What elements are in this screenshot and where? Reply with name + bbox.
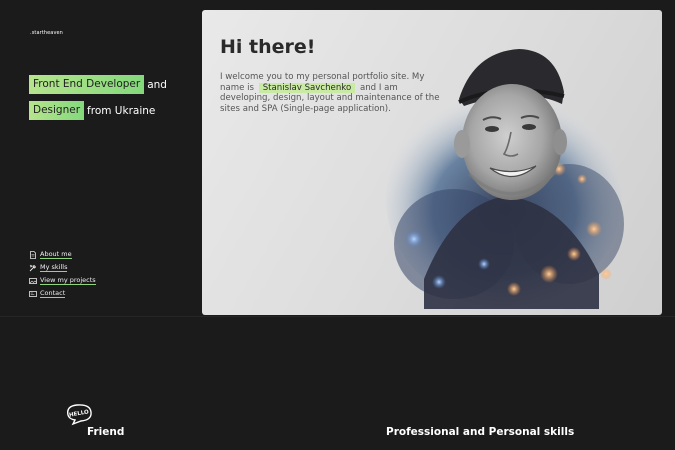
hero-title: Hi there! <box>220 36 316 58</box>
designer-highlight: Designer <box>29 101 85 120</box>
nav-label-about[interactable]: About me <box>40 250 72 259</box>
author-name-highlight: Stanislav Savchenko <box>258 82 356 93</box>
tagline-connector: and <box>147 78 167 91</box>
tagline-line-1: Front End Developer and <box>29 75 199 94</box>
contact-card-icon <box>29 290 37 298</box>
role-highlight: Front End Developer <box>29 75 145 94</box>
nav-item-skills[interactable]: My skills <box>29 261 96 274</box>
nav-item-projects[interactable]: View my projects <box>29 274 96 287</box>
tagline-location: from Ukraine <box>87 104 156 117</box>
gallery-icon <box>29 277 37 285</box>
site-logo[interactable]: .startheaven <box>30 30 63 36</box>
tagline-line-2: Designer from Ukraine <box>29 101 199 120</box>
tagline: Front End Developer and Designer from Uk… <box>29 75 199 127</box>
tools-icon <box>29 264 37 272</box>
portrait-photo <box>386 49 624 309</box>
side-nav: About me My skills View my projects Cont… <box>29 248 96 300</box>
nav-item-contact[interactable]: Contact <box>29 287 96 300</box>
nav-label-skills[interactable]: My skills <box>40 263 68 272</box>
hello-badge-text: HELLO <box>69 409 90 418</box>
document-icon <box>29 250 37 259</box>
friend-heading: Friend <box>87 426 125 438</box>
section-divider <box>0 316 675 317</box>
nav-label-projects[interactable]: View my projects <box>40 276 96 285</box>
hello-speech-bubble-icon: HELLO <box>67 404 92 426</box>
hero-card: Hi there! I welcome you to my personal p… <box>202 10 662 315</box>
nav-item-about[interactable]: About me <box>29 248 96 261</box>
nav-label-contact[interactable]: Contact <box>40 289 66 298</box>
skills-heading: Professional and Personal skills <box>386 426 575 438</box>
